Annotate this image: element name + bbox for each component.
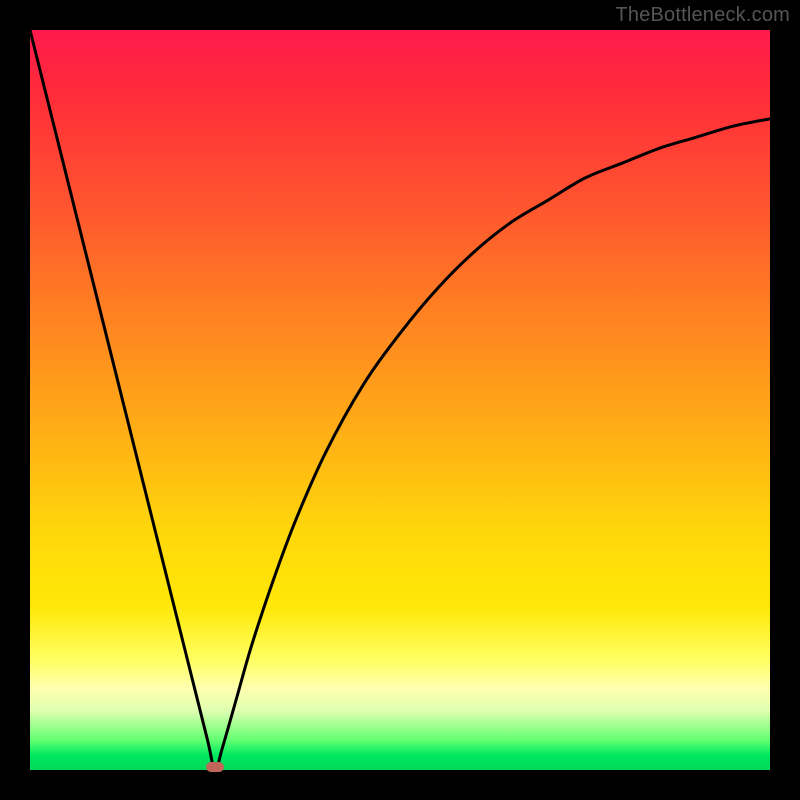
curve-svg	[30, 30, 770, 770]
vertex-marker	[206, 762, 224, 772]
plot-area	[30, 30, 770, 770]
watermark-text: TheBottleneck.com	[615, 4, 790, 27]
chart-stage: TheBottleneck.com	[0, 0, 800, 800]
bottleneck-curve	[30, 30, 770, 770]
